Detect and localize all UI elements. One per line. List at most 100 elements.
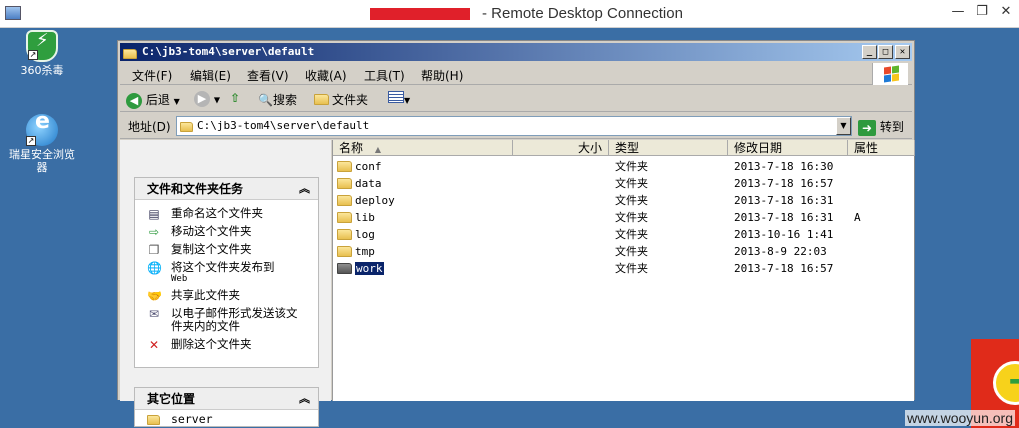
desktop-icon-360[interactable]: ↗ 360杀毒 <box>5 30 79 77</box>
column-modified[interactable]: 修改日期 <box>728 140 848 156</box>
task-email[interactable]: ✉ 以电子邮件形式发送该文件夹内的文件 <box>135 307 318 333</box>
file-modified: 2013-10-16 1:41 <box>734 228 834 241</box>
folder-icon <box>180 119 196 137</box>
file-modified: 2013-8-9 22:03 <box>734 245 827 258</box>
table-row[interactable]: log 文件夹 2013-10-16 1:41 <box>333 226 915 243</box>
remote-desktop-icon <box>5 6 21 20</box>
forward-button[interactable]: ▶ ▼ <box>194 91 220 107</box>
window-maximize-button[interactable]: □ <box>878 45 893 59</box>
globe-icon: 🌐 <box>147 261 162 275</box>
window-title: C:\jb3-tom4\server\default <box>142 45 315 58</box>
column-header: 名称 ▲ 大小 类型 修改日期 属性 <box>333 140 915 156</box>
go-arrow-icon: ➜ <box>858 119 876 136</box>
table-row[interactable]: conf 文件夹 2013-7-18 16:30 <box>333 158 915 175</box>
desktop-icon-label: 360杀毒 <box>20 64 64 77</box>
views-icon <box>388 91 404 103</box>
desktop-icon-label: 瑞星安全浏览器 <box>9 148 75 174</box>
file-modified: 2013-7-18 16:30 <box>734 160 834 173</box>
place-server[interactable]: server <box>135 413 318 426</box>
collapse-icon[interactable]: ︽ <box>299 178 310 200</box>
menu-bar: 文件(F) 编辑(E) 查看(V) 收藏(A) 工具(T) 帮助(H) <box>120 63 912 85</box>
folder-icon <box>337 177 352 189</box>
menu-help[interactable]: 帮助(H) <box>421 67 463 84</box>
column-attributes[interactable]: 属性 <box>848 140 915 156</box>
menu-favorites[interactable]: 收藏(A) <box>305 67 347 84</box>
explorer-window: C:\jb3-tom4\server\default _ □ ✕ 文件(F) 编辑(… <box>117 40 915 427</box>
move-icon: ⇨ <box>148 225 160 239</box>
views-button[interactable]: ▼ <box>388 91 410 106</box>
menu-file[interactable]: 文件(F) <box>132 67 172 84</box>
window-close-button[interactable]: ✕ <box>895 45 910 59</box>
folder-icon <box>337 211 352 223</box>
file-name: tmp <box>337 243 375 260</box>
task-rename[interactable]: ▤ 重命名这个文件夹 <box>135 207 318 222</box>
address-dropdown-button[interactable]: ▼ <box>836 117 851 135</box>
restore-button[interactable]: ❐ <box>970 2 994 24</box>
copy-icon: ❐ <box>148 243 160 257</box>
file-type: 文件夹 <box>615 160 648 173</box>
task-copy[interactable]: ❐ 复制这个文件夹 <box>135 243 318 258</box>
menu-view[interactable]: 查看(V) <box>247 67 289 84</box>
search-icon: 🔍 <box>258 93 273 107</box>
file-modified: 2013-7-18 16:57 <box>734 262 834 275</box>
file-modified: 2013-7-18 16:31 <box>734 211 834 224</box>
file-name: data <box>337 175 382 192</box>
up-folder-icon[interactable]: ⇧ <box>230 91 240 105</box>
task-move[interactable]: ⇨ 移动这个文件夹 <box>135 225 318 240</box>
file-name: work <box>337 260 384 277</box>
go-button[interactable]: ➜ 转到 <box>858 118 904 136</box>
table-row-selected[interactable]: work 文件夹 2013-7-18 16:57 <box>333 260 915 277</box>
minimize-button[interactable]: — <box>946 2 970 24</box>
rdp-title-bar: - Remote Desktop Connection — ❐ ✕ <box>0 0 1019 28</box>
delete-icon: ✕ <box>148 338 160 352</box>
file-type: 文件夹 <box>615 194 648 207</box>
folder-icon <box>147 413 161 427</box>
folder-icon <box>337 245 352 257</box>
table-row[interactable]: lib 文件夹 2013-7-18 16:31 A <box>333 209 915 226</box>
plus-icon <box>993 358 1019 405</box>
menu-tools[interactable]: 工具(T) <box>364 67 405 84</box>
folder-icon <box>337 262 352 274</box>
share-icon: 🤝 <box>147 289 162 303</box>
back-button[interactable]: ◀ 后退 ▼ <box>126 91 180 109</box>
explorer-title-bar[interactable]: C:\jb3-tom4\server\default _ □ ✕ <box>120 43 912 61</box>
folder-icon <box>337 160 352 172</box>
file-modified: 2013-7-18 16:31 <box>734 194 834 207</box>
close-button[interactable]: ✕ <box>994 2 1018 24</box>
task-delete[interactable]: ✕ 删除这个文件夹 <box>135 338 318 353</box>
task-pane: 文件和文件夹任务 ︽ ▤ 重命名这个文件夹 ⇨ 移动这个文件夹 ❐ 复制这个文件… <box>120 140 331 427</box>
table-row[interactable]: deploy 文件夹 2013-7-18 16:31 <box>333 192 915 209</box>
windows-logo-icon <box>872 63 908 85</box>
address-bar: 地址(D) C:\jb3-tom4\server\default ▼ ➜ 转到 <box>120 113 912 139</box>
file-type: 文件夹 <box>615 228 648 241</box>
forward-arrow-icon: ▶ <box>194 91 210 107</box>
table-row[interactable]: data 文件夹 2013-7-18 16:57 <box>333 175 915 192</box>
table-row[interactable]: tmp 文件夹 2013-8-9 22:03 <box>333 243 915 260</box>
file-type: 文件夹 <box>615 211 648 224</box>
folder-icon <box>337 228 352 240</box>
redacted-host <box>370 8 470 20</box>
search-button[interactable]: 🔍搜索 <box>258 91 297 108</box>
desktop-icon-browser[interactable]: ↗ 瑞星安全浏览器 <box>5 114 79 174</box>
folder-icon <box>314 94 329 105</box>
address-input[interactable]: C:\jb3-tom4\server\default <box>176 116 852 136</box>
window-minimize-button[interactable]: _ <box>862 45 877 59</box>
column-type[interactable]: 类型 <box>609 140 728 156</box>
tasks-header[interactable]: 文件和文件夹任务 ︽ <box>135 178 318 200</box>
task-share[interactable]: 🤝 共享此文件夹 <box>135 289 318 304</box>
address-label: 地址(D) <box>128 120 171 134</box>
menu-edit[interactable]: 编辑(E) <box>190 67 231 84</box>
sort-up-icon: ▲ <box>374 145 381 154</box>
other-places-panel: 其它位置 ︽ server <box>134 387 319 427</box>
file-type: 文件夹 <box>615 245 648 258</box>
back-arrow-icon: ◀ <box>126 92 142 109</box>
other-places-header[interactable]: 其它位置 ︽ <box>135 388 318 410</box>
folders-button[interactable]: 文件夹 <box>314 91 368 108</box>
file-modified: 2013-7-18 16:57 <box>734 177 834 190</box>
collapse-icon[interactable]: ︽ <box>299 388 310 410</box>
column-size[interactable]: 大小 <box>513 140 609 156</box>
task-publish-web[interactable]: 🌐 将这个文件夹发布到 Web <box>135 261 318 285</box>
file-name: deploy <box>337 192 395 209</box>
toolbar: ◀ 后退 ▼ ▶ ▼ ⇧ 🔍搜索 文件夹 ▼ <box>120 86 912 112</box>
column-name[interactable]: 名称 ▲ <box>333 140 513 156</box>
